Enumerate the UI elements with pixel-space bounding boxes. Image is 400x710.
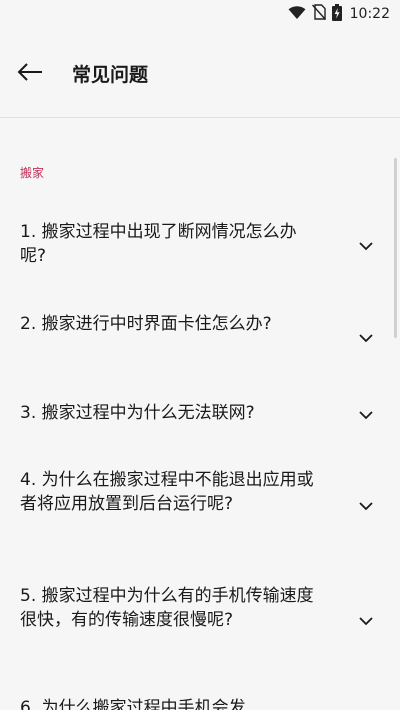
faq-question: 4. 为什么在搬家过程中不能退出应用或者将应用放置到后台运行呢?: [20, 470, 314, 514]
faq-list[interactable]: 搬家 1. 搬家过程中出现了断网情况怎么办呢? 2. 搬家进行中时界面卡住怎么办…: [0, 118, 400, 710]
chevron-down-icon: [359, 242, 373, 251]
faq-question: 5. 搬家过程中为什么有的手机传输速度很快，有的传输速度很慢呢?: [20, 586, 314, 630]
faq-question: 1. 搬家过程中出现了断网情况怎么办呢?: [20, 222, 297, 266]
faq-question: 6. 为什么搬家过程中手机会发: [20, 698, 246, 710]
faq-item-3[interactable]: 3. 搬家过程中为什么无法联网?: [0, 398, 400, 438]
faq-question: 2. 搬家进行中时界面卡住怎么办?: [20, 314, 272, 334]
arrow-left-icon: [17, 63, 43, 85]
chevron-down-icon: [359, 502, 373, 511]
faq-item-6[interactable]: 6. 为什么搬家过程中手机会发: [0, 696, 400, 710]
back-button[interactable]: [14, 58, 46, 90]
faq-question: 3. 搬家过程中为什么无法联网?: [20, 403, 255, 423]
wifi-icon: [288, 5, 306, 24]
section-label: 搬家: [20, 166, 45, 180]
battery-charging-icon: [331, 3, 342, 25]
status-bar: 10:22: [0, 0, 400, 28]
faq-item-5[interactable]: 5. 搬家过程中为什么有的手机传输速度很快，有的传输速度很慢呢?: [0, 582, 400, 662]
status-icons: 10:22: [288, 3, 390, 25]
faq-item-4[interactable]: 4. 为什么在搬家过程中不能退出应用或者将应用放置到后台运行呢?: [0, 466, 400, 546]
chevron-down-icon: [359, 411, 373, 420]
no-sim-icon: [311, 4, 326, 24]
scrollbar[interactable]: [394, 158, 397, 338]
page-title: 常见问题: [72, 64, 149, 86]
status-time: 10:22: [349, 6, 390, 22]
faq-item-1[interactable]: 1. 搬家过程中出现了断网情况怎么办呢?: [0, 214, 400, 278]
chevron-down-icon: [359, 334, 373, 343]
chevron-down-icon: [359, 617, 373, 626]
app-bar: 常见问题: [0, 44, 400, 102]
faq-item-2[interactable]: 2. 搬家进行中时界面卡住怎么办?: [0, 308, 400, 372]
